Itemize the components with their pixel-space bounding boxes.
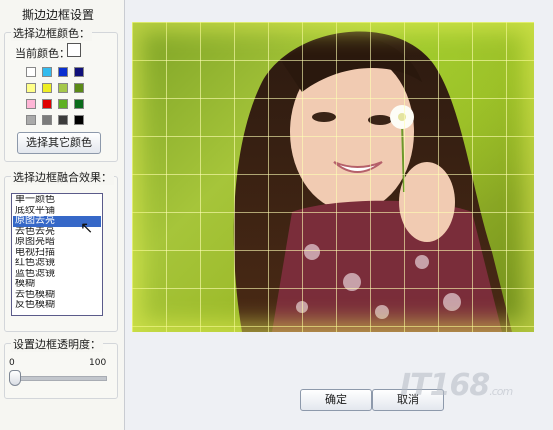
blend-option[interactable]: 电视扫描 <box>13 248 101 259</box>
blend-group-label: 选择边框融合效果： <box>11 169 114 185</box>
color-swatch[interactable] <box>58 83 68 93</box>
blend-option[interactable]: 红色滤镜 <box>13 258 101 269</box>
opacity-slider-track[interactable] <box>9 376 107 381</box>
other-color-button[interactable]: 选择其它颜色 <box>17 132 101 154</box>
blend-option[interactable]: 原图亮暗 <box>13 237 101 248</box>
color-swatch[interactable] <box>74 83 84 93</box>
watermark-logo: IT168.com <box>400 368 513 403</box>
color-swatch[interactable] <box>26 115 36 125</box>
blend-option[interactable]: 反色模糊 <box>13 300 101 311</box>
opacity-group: 设置边框透明度： 0 100 <box>4 336 118 399</box>
color-swatch[interactable] <box>58 67 68 77</box>
color-swatch[interactable] <box>42 67 52 77</box>
color-group: 选择边框颜色： 当前颜色： 选择其它颜色 <box>4 25 118 162</box>
photo-preview <box>132 22 534 332</box>
color-swatch[interactable] <box>74 67 84 77</box>
panel-title: 撕边边框设置 <box>22 8 95 22</box>
mouse-cursor-icon: ↖ <box>80 218 94 237</box>
color-swatch[interactable] <box>58 99 68 109</box>
color-swatch[interactable] <box>58 115 68 125</box>
current-color-label: 当前颜色： <box>15 47 70 60</box>
color-swatch[interactable] <box>26 99 36 109</box>
blend-option[interactable]: 模糊 <box>13 279 101 290</box>
color-swatch[interactable] <box>42 83 52 93</box>
color-group-label: 选择边框颜色： <box>11 25 92 41</box>
current-color-swatch <box>67 43 81 57</box>
color-swatch[interactable] <box>26 83 36 93</box>
blend-option[interactable]: 蓝色滤镜 <box>13 269 101 280</box>
blend-option[interactable]: 单一颜色 <box>13 195 101 206</box>
frame-grid-overlay <box>132 22 534 332</box>
opacity-min-label: 0 <box>9 358 15 368</box>
blend-effect-listbox[interactable]: 单一颜色 底纹平铺 原图去亮 去色去亮 原图亮暗 电视扫描 红色滤镜 蓝色滤镜 模糊 去色模糊 反色… <box>11 193 103 316</box>
blend-option[interactable]: 底纹平铺 <box>13 206 101 217</box>
blend-group: 选择边框融合效果： 单一颜色 底纹平铺 原图去亮 去色去亮 原图亮暗 电视扫描 红色滤镜 蓝色… <box>4 169 118 332</box>
color-swatch[interactable] <box>26 67 36 77</box>
opacity-group-label: 设置边框透明度： <box>11 336 103 352</box>
settings-panel: 撕边边框设置 选择边框颜色： 当前颜色： 选择其它颜色 选择边框融合效果： 单一… <box>0 0 125 430</box>
ok-button[interactable]: 确定 <box>300 389 372 411</box>
color-swatch[interactable] <box>74 99 84 109</box>
color-swatch[interactable] <box>42 99 52 109</box>
blend-option[interactable]: 去色模糊 <box>13 290 101 301</box>
color-swatch[interactable] <box>74 115 84 125</box>
opacity-max-label: 100 <box>89 358 107 368</box>
color-swatch-grid <box>26 67 84 125</box>
opacity-slider-thumb[interactable] <box>9 370 21 386</box>
color-swatch[interactable] <box>42 115 52 125</box>
